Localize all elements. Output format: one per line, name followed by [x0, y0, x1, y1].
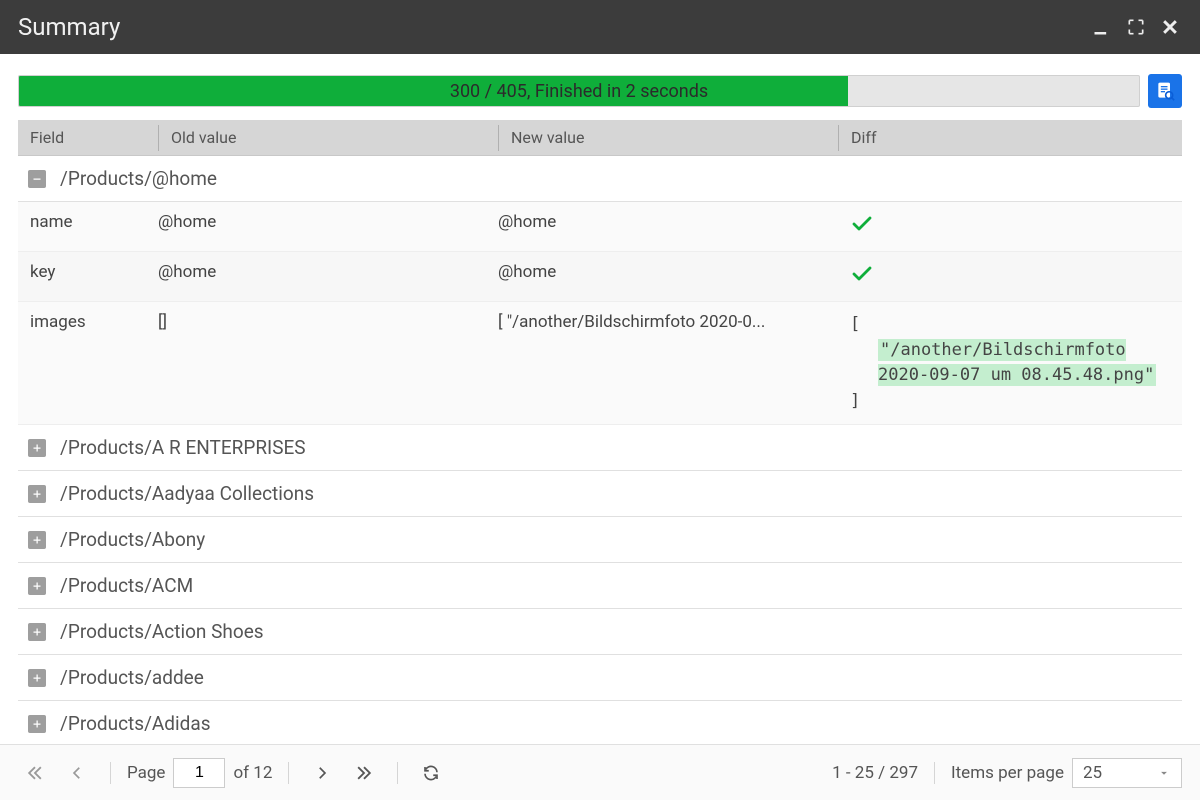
group-path: /Products/Abony: [60, 528, 205, 551]
cell-old: @home: [158, 212, 498, 232]
paging-toolbar: Page of 12 1 - 25 / 297 Items per page 2…: [0, 744, 1200, 800]
group-path: /Products/ACM: [60, 574, 193, 597]
group-path: /Products/Adidas: [60, 712, 211, 735]
prev-page-button[interactable]: [60, 756, 94, 790]
next-page-button[interactable]: [305, 756, 339, 790]
group-row[interactable]: /Products/A R ENTERPRISES: [18, 425, 1182, 471]
cell-new: [ "/another/Bildschirmfoto 2020-0...: [498, 312, 838, 332]
check-icon: [850, 221, 874, 241]
titlebar: Summary: [0, 0, 1200, 54]
close-icon[interactable]: [1158, 15, 1182, 39]
cell-diff: [838, 262, 1182, 291]
items-per-page-value: 25: [1083, 763, 1102, 783]
expand-icon[interactable]: [28, 485, 46, 503]
window-controls: [1090, 15, 1182, 39]
table-row: images[][ "/another/Bildschirmfoto 2020-…: [18, 302, 1182, 425]
table-row: name@home@home: [18, 202, 1182, 252]
cell-old: @home: [158, 262, 498, 282]
expand-icon[interactable]: [28, 715, 46, 733]
group-row[interactable]: /Products/Aadyaa Collections: [18, 471, 1182, 517]
cell-field: images: [18, 312, 158, 332]
expand-icon[interactable]: [28, 577, 46, 595]
group-path: /Products/addee: [60, 666, 204, 689]
grid-body: /Products/@homename@home@homekey@home@ho…: [18, 156, 1182, 744]
cell-new: @home: [498, 212, 838, 232]
expand-icon[interactable]: [28, 623, 46, 641]
cell-diff: ["/another/Bildschirmfoto 2020-09-07 um …: [838, 312, 1182, 414]
view-log-button[interactable]: [1148, 74, 1182, 108]
grid-header: Field Old value New value Diff: [18, 120, 1182, 156]
items-per-page-select[interactable]: 25: [1072, 758, 1182, 788]
table-row: key@home@home: [18, 252, 1182, 302]
summary-dialog: Summary 300 / 405, Finished in 2 seconds: [0, 0, 1200, 800]
diff-added-text: "/another/Bildschirmfoto 2020-09-07 um 0…: [878, 339, 1156, 387]
refresh-button[interactable]: [414, 756, 448, 790]
col-header-new[interactable]: New value: [498, 125, 838, 151]
group-row[interactable]: /Products/Abony: [18, 517, 1182, 563]
group-path: /Products/Action Shoes: [60, 620, 264, 643]
group-path: /Products/@home: [60, 167, 217, 190]
check-icon: [850, 271, 874, 291]
collapse-icon[interactable]: [28, 170, 46, 188]
expand-icon[interactable]: [28, 531, 46, 549]
group-row[interactable]: /Products/@home: [18, 156, 1182, 202]
diff-block: ["/another/Bildschirmfoto 2020-09-07 um …: [850, 312, 1182, 414]
cell-old: []: [158, 312, 498, 332]
col-header-old[interactable]: Old value: [158, 125, 498, 151]
expand-icon[interactable]: [28, 439, 46, 457]
progress-bar: 300 / 405, Finished in 2 seconds: [18, 75, 1140, 107]
page-label: Page: [127, 763, 165, 783]
cell-diff: [838, 212, 1182, 241]
cell-field: key: [18, 262, 158, 282]
group-path: /Products/Aadyaa Collections: [60, 482, 314, 505]
minimize-icon[interactable]: [1090, 15, 1114, 39]
items-per-page-label: Items per page: [951, 763, 1064, 783]
group-row[interactable]: /Products/Action Shoes: [18, 609, 1182, 655]
page-of-label: of 12: [233, 763, 272, 783]
group-row[interactable]: /Products/addee: [18, 655, 1182, 701]
maximize-icon[interactable]: [1124, 15, 1148, 39]
result-grid: Field Old value New value Diff /Products…: [0, 120, 1200, 744]
page-number-input[interactable]: [173, 758, 225, 788]
first-page-button[interactable]: [18, 756, 52, 790]
group-row[interactable]: /Products/Adidas: [18, 701, 1182, 744]
expand-icon[interactable]: [28, 669, 46, 687]
group-path: /Products/A R ENTERPRISES: [60, 436, 306, 459]
window-title: Summary: [18, 13, 1090, 41]
progress-row: 300 / 405, Finished in 2 seconds: [0, 54, 1200, 120]
last-page-button[interactable]: [347, 756, 381, 790]
page-range-label: 1 - 25 / 297: [832, 763, 918, 783]
col-header-diff[interactable]: Diff: [838, 125, 1182, 151]
group-row[interactable]: /Products/ACM: [18, 563, 1182, 609]
col-header-field[interactable]: Field: [18, 128, 158, 147]
cell-field: name: [18, 212, 158, 232]
cell-new: @home: [498, 262, 838, 282]
progress-text: 300 / 405, Finished in 2 seconds: [19, 76, 1139, 106]
